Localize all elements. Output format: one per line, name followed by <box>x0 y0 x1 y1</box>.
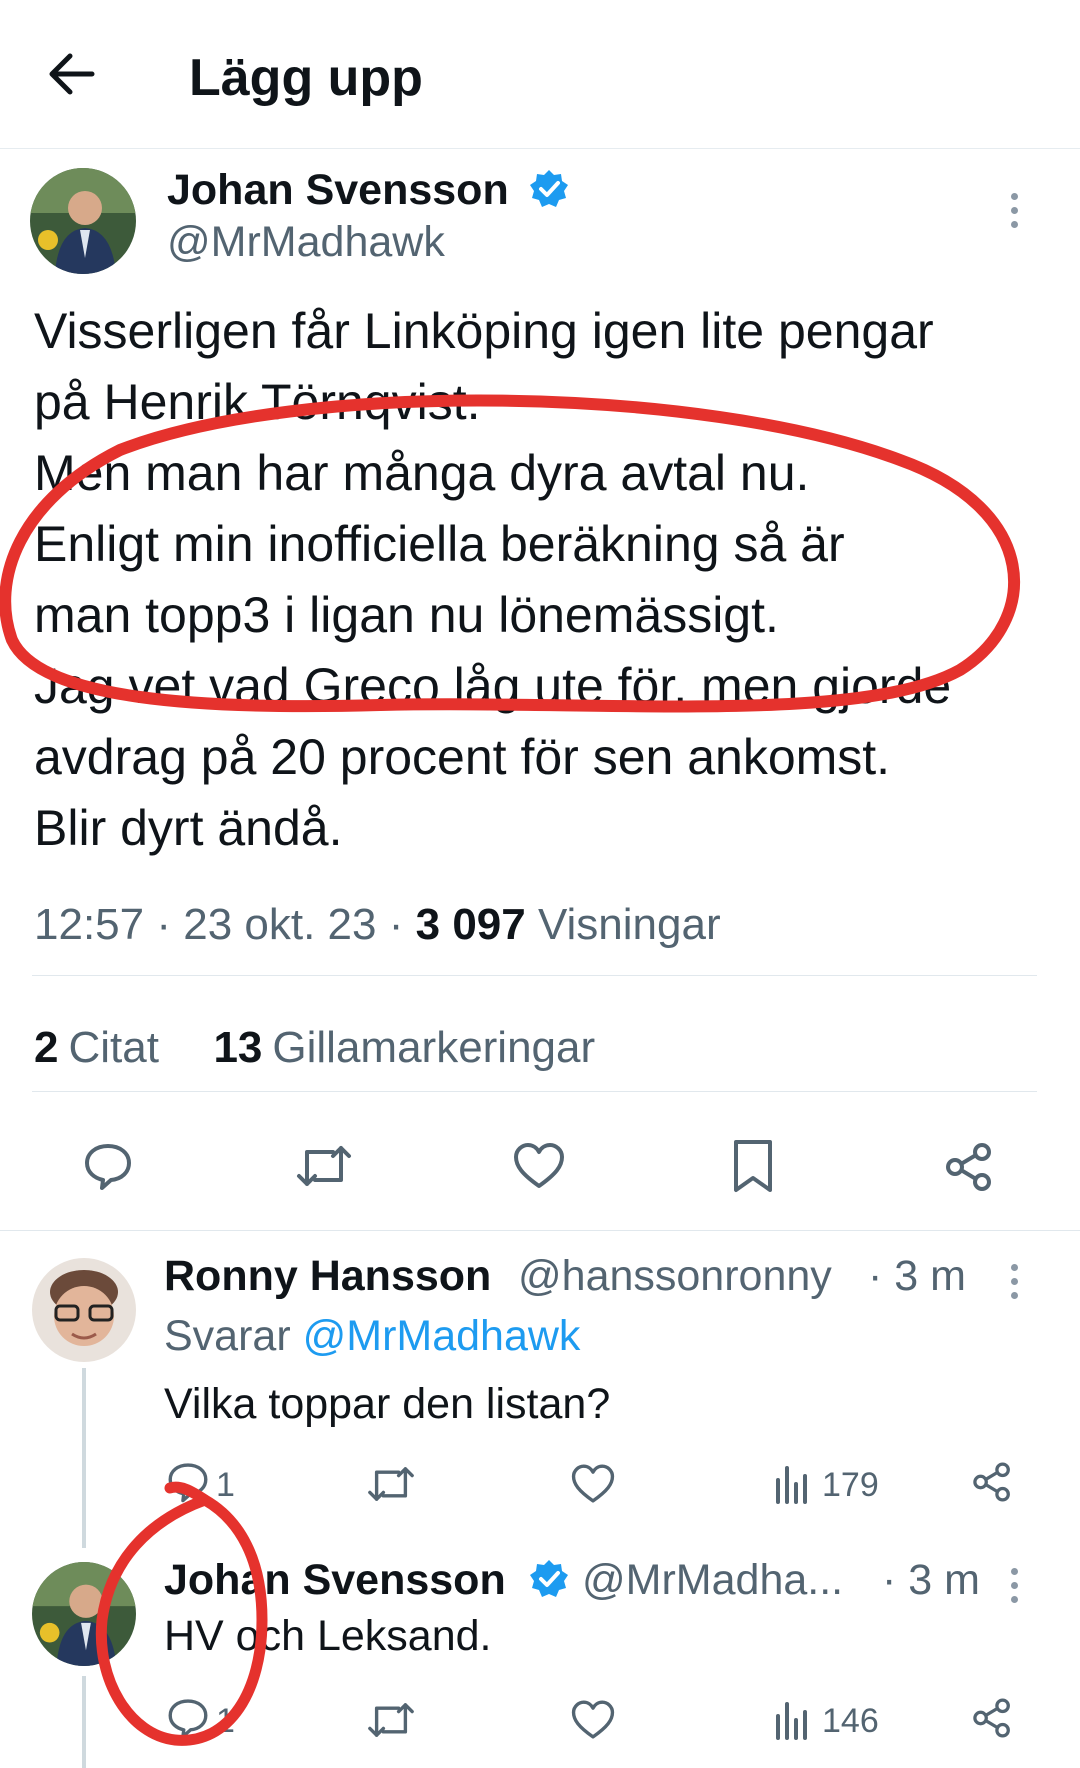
post-text-line: Blir dyrt ändå. <box>34 800 343 856</box>
views-icon[interactable] <box>774 1462 810 1504</box>
author-name[interactable]: Johan Svensson <box>167 166 509 215</box>
post-text-line: man topp3 i ligan nu lönemässigt. <box>34 587 779 643</box>
bookmark-icon[interactable] <box>730 1138 776 1194</box>
divider <box>32 975 1037 976</box>
more-options-icon[interactable] <box>1008 193 1020 235</box>
author-handle[interactable]: @MrMadhawk <box>167 218 445 267</box>
post-text-line: Visserligen får Linköping igen lite peng… <box>34 303 934 359</box>
quotes-label: Citat <box>68 1023 159 1072</box>
divider <box>0 1230 1080 1231</box>
verified-badge-icon <box>528 1558 570 1600</box>
quotes-stat[interactable]: 2 Citat <box>34 1023 159 1072</box>
post-text-line: Jag vet vad Greco låg ute för, men gjord… <box>34 658 952 714</box>
reply-author-handle[interactable]: @MrMadha... <box>582 1556 843 1605</box>
post-text: Visserligen får Linköping igen lite peng… <box>34 296 1054 864</box>
verified-badge-icon <box>528 168 570 210</box>
views-count: 3 097 <box>415 900 526 949</box>
like-icon[interactable] <box>512 1140 566 1192</box>
likes-count: 13 <box>213 1023 263 1072</box>
thread-line <box>82 1676 86 1768</box>
like-icon[interactable] <box>570 1698 616 1742</box>
back-arrow-icon[interactable] <box>44 44 104 104</box>
quotes-count: 2 <box>34 1023 59 1072</box>
reply-author-handle[interactable]: @hanssonronny <box>518 1252 832 1301</box>
author-avatar[interactable] <box>30 168 136 274</box>
divider <box>32 1091 1037 1092</box>
reply-avatar[interactable] <box>32 1258 136 1362</box>
likes-stat[interactable]: 13 Gillamarkeringar <box>213 1023 595 1072</box>
repost-icon[interactable] <box>295 1140 353 1192</box>
views-count: 146 <box>822 1702 879 1740</box>
more-options-icon[interactable] <box>1008 1568 1020 1610</box>
thread-line <box>82 1368 86 1548</box>
reply-age: · 3 m <box>882 1556 980 1604</box>
reply-icon[interactable] <box>166 1696 210 1740</box>
reply-count: 1 <box>216 1702 235 1740</box>
post-date: 23 okt. 23 <box>183 900 377 949</box>
reply-icon[interactable] <box>82 1140 134 1192</box>
reply-count: 1 <box>216 1466 235 1504</box>
repost-icon[interactable] <box>366 1462 416 1506</box>
replying-to-label: Svarar <box>164 1312 291 1360</box>
reply-icon[interactable] <box>166 1460 210 1504</box>
share-icon[interactable] <box>970 1460 1014 1504</box>
engagement-stats: 2 Citat 13 Gillamarkeringar <box>34 1023 595 1073</box>
share-icon[interactable] <box>970 1696 1014 1740</box>
reply-author-name[interactable]: Ronny Hansson <box>164 1252 491 1301</box>
top-bar <box>0 0 1080 149</box>
post-meta: 12:57 · 23 okt. 23 · 3 097 Visningar <box>34 900 721 949</box>
like-icon[interactable] <box>570 1462 616 1506</box>
page-title: Lägg upp <box>189 49 423 107</box>
views-icon[interactable] <box>774 1698 810 1740</box>
post-text-line: avdrag på 20 procent för sen ankomst. <box>34 729 891 785</box>
red-circle-annotation <box>0 394 1021 1746</box>
views-count: 179 <box>822 1466 879 1504</box>
repost-icon[interactable] <box>366 1698 416 1742</box>
reply-author-name[interactable]: Johan Svensson <box>164 1556 506 1605</box>
more-options-icon[interactable] <box>1008 1264 1020 1306</box>
reply-text: Vilka toppar den listan? <box>164 1380 611 1428</box>
post-text-line: Enligt min inofficiella beräkning så är <box>34 516 845 572</box>
likes-label: Gillamarkeringar <box>272 1023 596 1072</box>
reply-text: HV och Leksand. <box>164 1612 492 1660</box>
share-icon[interactable] <box>942 1140 996 1194</box>
views-label: Visningar <box>537 900 721 949</box>
reply-avatar[interactable] <box>32 1562 136 1666</box>
replying-to: Svarar @MrMadhawk <box>164 1312 580 1361</box>
post-text-line: på Henrik Törnqvist. <box>34 374 481 430</box>
post-time: 12:57 <box>34 900 145 949</box>
reply-age: · 3 m <box>868 1252 966 1300</box>
post-text-line: Men man har många dyra avtal nu. <box>34 445 810 501</box>
replying-to-handle[interactable]: @MrMadhawk <box>303 1312 581 1360</box>
